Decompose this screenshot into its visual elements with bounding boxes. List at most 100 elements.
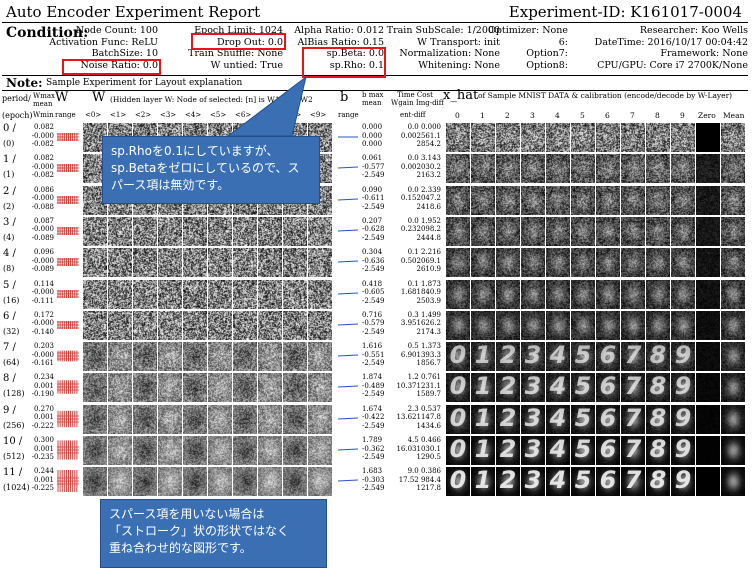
header-w-col-4: <4> xyxy=(185,111,202,119)
x-hat-tile xyxy=(471,216,495,246)
row-b-stat: -0.628 xyxy=(362,225,385,234)
row-cost-stat: 0.502069.1 xyxy=(400,256,441,265)
row-epoch: (32) xyxy=(3,326,20,336)
header-b-big: b xyxy=(340,90,349,105)
row-b-stat: -0.611 xyxy=(362,194,385,203)
condition-col3-1: AlBias Ratio: 0.15 xyxy=(297,36,384,48)
x-hat-digit-glyph: 0 xyxy=(449,436,467,463)
x-hat-tile: 7 xyxy=(621,467,645,497)
row-b-stat: 1.874 xyxy=(362,373,383,382)
row-w-stat: 0.087 xyxy=(33,216,54,225)
row-w-stat: -0.000 xyxy=(31,256,54,265)
x-hat-tile xyxy=(571,248,595,278)
row-cost-stat: 2.3 0.537 xyxy=(407,404,441,413)
x-hat-tile xyxy=(496,248,520,278)
w-weight-tile xyxy=(258,467,282,497)
x-hat-tile xyxy=(696,123,720,152)
w-weight-tile xyxy=(158,248,182,278)
x-hat-digit-glyph: 0 xyxy=(449,404,467,432)
header-w-title: W xyxy=(92,90,106,105)
x-hat-tile: 9 xyxy=(671,467,695,497)
w-range-histogram xyxy=(57,164,79,173)
x-hat-digit-glyph: 5 xyxy=(574,342,592,370)
w-weight-tile xyxy=(158,279,182,309)
b-range-plot xyxy=(337,292,359,294)
header-w-col-0: <0> xyxy=(85,111,102,119)
row-cost-stat: 0.002561.1 xyxy=(400,131,441,140)
row-cost-stat: 2174.3 xyxy=(416,327,442,336)
row-epoch: (0) xyxy=(3,139,15,148)
w-range-histogram xyxy=(57,289,79,298)
x-hat-tile xyxy=(471,248,495,278)
header-x-col-7: 7 xyxy=(630,111,635,120)
row-cost-stat: 17.52 984.4 xyxy=(398,475,441,484)
row-b-stat: -2.549 xyxy=(362,202,385,211)
condition-col4-1: W Transport: init xyxy=(417,36,500,48)
x-hat-tile xyxy=(446,310,470,340)
x-hat-tile xyxy=(621,123,645,152)
x-hat-digit-glyph: 8 xyxy=(649,404,667,432)
x-hat-tile: 3 xyxy=(521,404,545,434)
x-hat-digit-glyph: 7 xyxy=(624,373,642,401)
x-hat-digit-glyph: 6 xyxy=(599,342,617,370)
x-hat-tile: 0 xyxy=(446,373,470,403)
row-w-stat: -0.000 xyxy=(31,194,54,203)
x-hat-digit-glyph: 5 xyxy=(574,467,592,495)
x-hat-tile: 4 xyxy=(546,404,570,434)
w-weight-tile xyxy=(158,216,182,246)
x-hat-digit-glyph: 3 xyxy=(524,373,542,401)
x-hat-tile xyxy=(621,310,645,340)
x-hat-tile xyxy=(646,310,670,340)
row-b-stat: -2.549 xyxy=(362,296,385,305)
x-hat-digit-glyph: 4 xyxy=(549,373,567,401)
w-weight-tile xyxy=(308,279,332,309)
report-title: Auto Encoder Experiment Report xyxy=(6,3,261,21)
header-entdiff: ent-diff xyxy=(400,111,426,119)
x-hat-tile: 7 xyxy=(621,342,645,372)
row-cost-stat: 2418.6 xyxy=(416,202,442,211)
row-epoch: (4) xyxy=(3,232,15,242)
x-hat-tile xyxy=(621,216,645,246)
condition-col6-3: CPU/GPU: Core i7 2700K/None xyxy=(597,59,748,71)
header-x-hat-subtitle: of Sample MNIST DATA & calibration (enco… xyxy=(478,91,733,100)
w-weight-tile xyxy=(233,404,257,434)
x-hat-digit-glyph: 0 xyxy=(449,342,467,370)
w-weight-tile xyxy=(258,279,282,309)
row-b-stat: -0.303 xyxy=(362,475,385,484)
condition-col1-1: Activation Func: ReLU xyxy=(49,36,158,48)
b-range-plot xyxy=(337,229,359,232)
x-hat-tile: 5 xyxy=(571,373,595,403)
x-hat-tile xyxy=(571,154,595,184)
x-hat-tile xyxy=(596,216,620,246)
x-hat-digit-glyph: 4 xyxy=(549,467,567,495)
x-hat-digit-glyph: 9 xyxy=(674,404,692,432)
w-weight-tile xyxy=(208,279,232,309)
header-x-col-5: 5 xyxy=(580,111,585,120)
x-hat-tile: 8 xyxy=(646,467,670,497)
header-w-col-3: <3> xyxy=(160,111,177,119)
x-hat-tile xyxy=(696,373,720,403)
w-weight-tile xyxy=(208,342,232,372)
x-hat-tile xyxy=(671,123,695,152)
x-hat-tile xyxy=(496,154,520,184)
w-weight-tile xyxy=(183,404,207,434)
condition-col4-0: Train SubScale: 1/2000 xyxy=(386,25,500,36)
sparse-params-highlight-box xyxy=(302,47,386,78)
x-hat-tile xyxy=(571,216,595,246)
x-hat-tile xyxy=(446,154,470,184)
b-range-plot xyxy=(337,198,359,201)
row-w-stat: 0.082 xyxy=(33,154,54,163)
w-weight-tile xyxy=(208,404,232,434)
w-range-histogram xyxy=(57,258,79,267)
row-cost-stat: 0.1 1.873 xyxy=(407,279,441,288)
x-hat-tile: 8 xyxy=(646,436,670,465)
x-hat-tile xyxy=(696,154,720,184)
callout-bottom-line-1: スパース項を用いない場合は xyxy=(109,507,265,521)
x-hat-tile xyxy=(671,216,695,246)
row-epoch: (8) xyxy=(3,264,15,274)
w-weight-tile xyxy=(108,279,132,309)
x-hat-tile xyxy=(446,248,470,278)
x-hat-digit-glyph: 0 xyxy=(449,467,467,495)
row-cost-stat: 9.0 0.386 xyxy=(407,467,441,476)
condition-col6-0: Researcher: Koo Wells xyxy=(639,25,748,36)
